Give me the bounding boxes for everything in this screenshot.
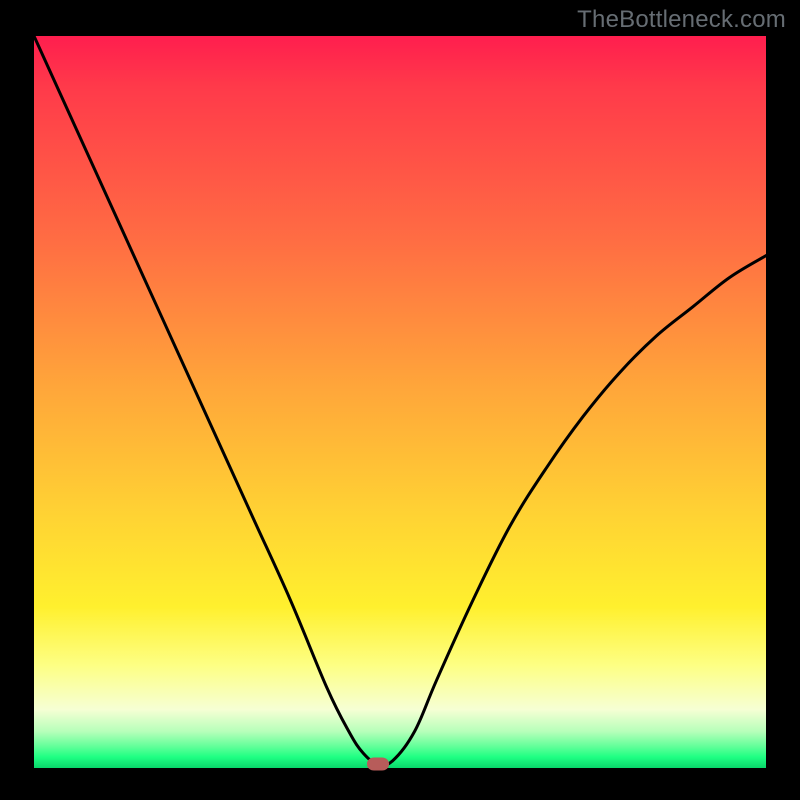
watermark-text: TheBottleneck.com [577, 6, 786, 34]
chart-container: TheBottleneck.com [0, 0, 800, 800]
plot-area [34, 36, 766, 768]
curve-svg [34, 36, 766, 768]
bottleneck-curve-path [34, 36, 766, 765]
optimum-marker [367, 758, 389, 771]
